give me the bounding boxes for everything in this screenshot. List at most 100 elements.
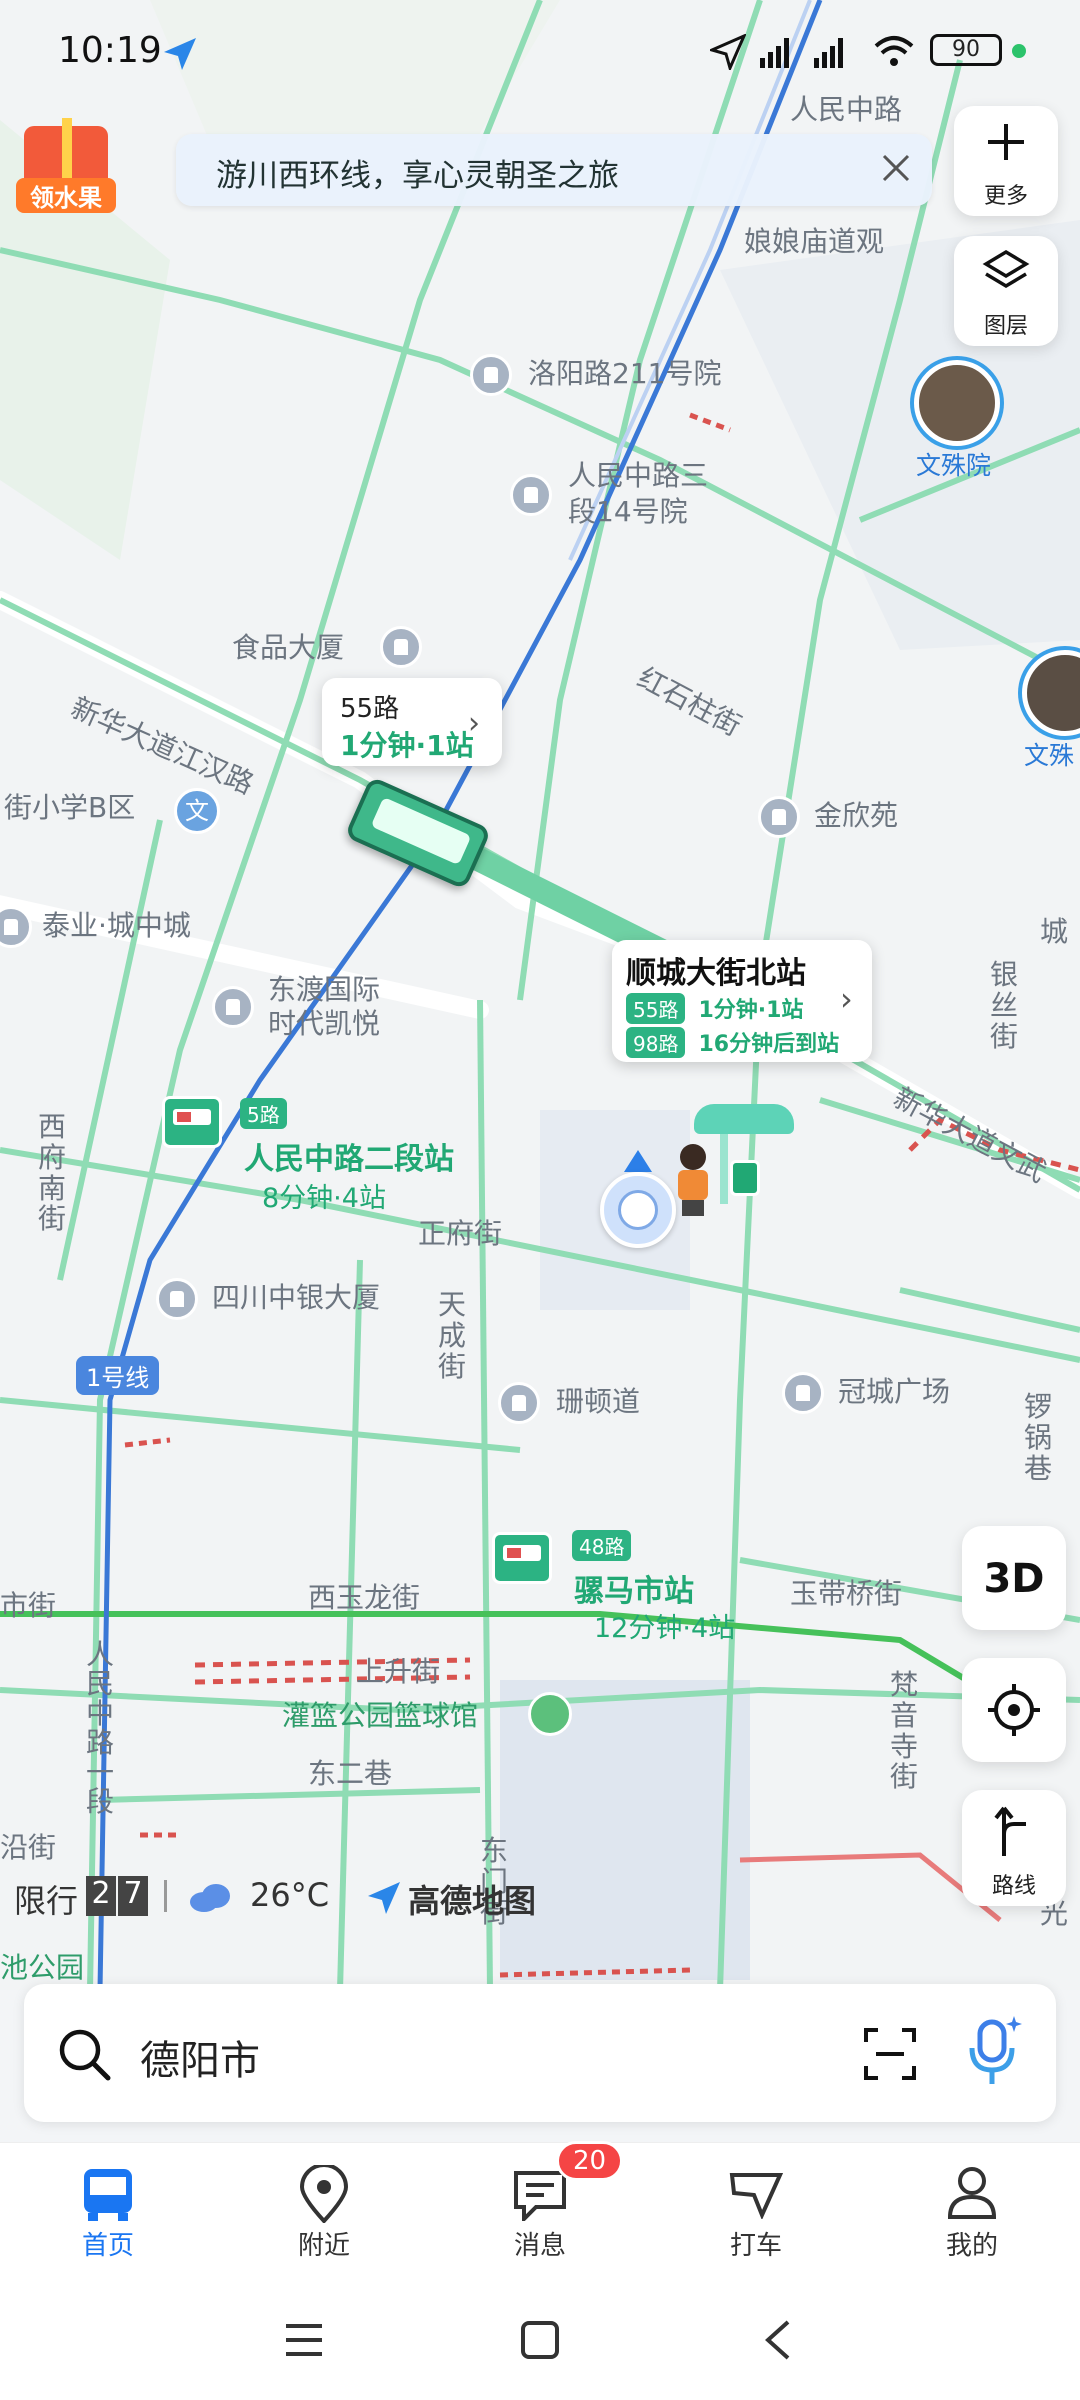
map-label: 玉带桥街 [790,1577,903,1610]
map-label: 冠城广场 [838,1375,951,1408]
poi-building-icon [510,474,552,516]
map-label: 城 [1040,915,1069,948]
banner-text: 游川西环线，享心灵朝圣之旅 [216,158,619,194]
search-bar[interactable]: 德阳市 [24,1984,1056,2122]
layers-label: 图层 [983,314,1028,339]
station-row-info: 16分钟后到站 [698,1032,840,1057]
map-label: 娘娘庙道观 [744,225,885,258]
message-badge: 20 [556,2141,624,2181]
3d-button[interactable]: 3D [962,1526,1066,1630]
map-label: 沿街 [0,1831,57,1864]
divider [164,1880,167,1912]
map-label: 东二巷 [308,1757,393,1790]
stop-eta: 8分钟·4站 [262,1183,386,1214]
map-label: 珊顿道 [556,1385,641,1418]
map-label: 段14号院 [568,495,688,528]
map-label: 人民中路三 [568,459,709,492]
map-label: 金欣苑 [814,799,899,832]
back-icon[interactable] [758,2318,798,2362]
station-row: 55路 1分钟·1站 [626,992,803,1024]
tab-nearby[interactable]: 附近 [216,2143,432,2285]
stop-name[interactable]: 骡马市站 [574,1566,694,1610]
station-callout[interactable]: 顺城大街北站 55路 1分钟·1站 98路 16分钟后到站 › [612,940,872,1062]
map-label: 泰业·城中城 [42,909,191,942]
location-arrow-icon [710,34,746,70]
cloud-icon [190,1884,230,1912]
tab-label: 打车 [729,2231,782,2261]
map-label: 人民中路一段 [86,1638,115,1818]
bus-stop-icon[interactable] [492,1532,552,1584]
park-icon [528,1692,572,1736]
map-label[interactable]: 文殊 [1024,740,1074,771]
tab-messages[interactable]: 20 消息 [432,2141,648,2285]
station-row-info: 1分钟·1站 [698,998,804,1023]
map-label: 西玉龙街 [308,1581,421,1614]
brand-label: 高德地图 [408,1882,537,1920]
send-icon [164,38,196,70]
taxi-icon [729,2173,784,2219]
voice-assistant-icon[interactable] [964,2014,1024,2090]
bus-eta-callout[interactable]: 55路 1分钟·1站 › [322,678,502,766]
promo-fruit-button[interactable]: 领水果 [16,112,116,213]
route-icon [994,1806,1026,1856]
map-info-row: 限行 2 7 26°C 高德地图 [0,1870,1080,1926]
restriction-digit: 7 [118,1876,148,1916]
metro-line-badge[interactable]: 1号线 [76,1356,160,1395]
scan-icon[interactable] [862,2026,918,2082]
chevron-right-icon: › [840,980,853,1018]
restriction-digit: 2 [86,1876,116,1916]
map-label: 梵音寺街 [890,1668,919,1794]
tab-label: 附近 [297,2231,350,2261]
search-input[interactable]: 德阳市 [140,2028,260,2086]
message-icon [514,2171,566,2221]
person-icon [676,1144,710,1216]
more-label: 更多 [983,184,1028,209]
menu-icon[interactable] [284,2320,324,2360]
promo-banner[interactable]: 游川西环线，享心灵朝圣之旅 [176,134,932,206]
more-button[interactable]: 更多 [954,106,1058,216]
tab-home[interactable]: 首页 [0,2143,216,2285]
tab-label: 消息 [513,2231,566,2261]
map-pin-icon [299,2165,349,2223]
stop-eta: 12分钟·4站 [594,1613,736,1644]
stop-route-tag: 5路 [240,1098,287,1129]
crosshair-icon [988,1684,1040,1736]
bottom-tab-bar: 首页 附近 20 消息 打车 我的 [0,2141,1080,2285]
map-label: 天成街 [438,1288,467,1383]
scenic-photo-icon[interactable] [914,360,1000,446]
home-icon[interactable] [520,2320,560,2360]
layers-button[interactable]: 图层 [954,236,1058,346]
map-label: 街小学B区 [4,791,136,824]
promo-label: 领水果 [16,178,116,213]
user-icon [947,2167,997,2219]
map-label: 四川中银大厦 [212,1281,381,1314]
poi-building-icon [156,1278,198,1320]
wifi-icon [874,36,914,66]
my-location-marker[interactable] [600,1150,676,1250]
map-view[interactable]: 人民中路 娘娘庙道观 洛阳路211号院 人民中路三 段14号院 文殊院 文殊 食… [0,0,1080,1990]
poi-building-icon [212,986,254,1028]
station-row: 98路 16分钟后到站 [626,1026,839,1058]
map-label: 时代凯悦 [268,1007,381,1040]
tab-taxi[interactable]: 打车 [648,2143,864,2285]
station-name: 顺城大街北站 [626,956,806,991]
tab-label: 我的 [945,2231,998,2261]
map-label[interactable]: 文殊院 [916,450,991,481]
map-label: 上升街 [356,1655,441,1688]
close-icon[interactable] [876,148,916,188]
stop-name[interactable]: 人民中路二段站 [244,1134,454,1178]
poi-building-icon [782,1372,824,1414]
tab-label: 首页 [81,2231,134,2261]
tab-me[interactable]: 我的 [864,2143,1080,2285]
bus-stop-icon[interactable] [162,1096,222,1148]
bus-icon [84,2169,132,2221]
map-label: 洛阳路211号院 [528,357,722,390]
status-time: 10:19 [58,30,162,71]
status-bar: 10:19 90 [0,0,1080,100]
locate-button[interactable] [962,1658,1066,1762]
signal-icon [760,38,843,68]
poi-building-icon [470,354,512,396]
chevron-right-icon: › [468,706,480,741]
search-icon [59,2029,111,2081]
battery-icon: 90 [930,34,1002,66]
